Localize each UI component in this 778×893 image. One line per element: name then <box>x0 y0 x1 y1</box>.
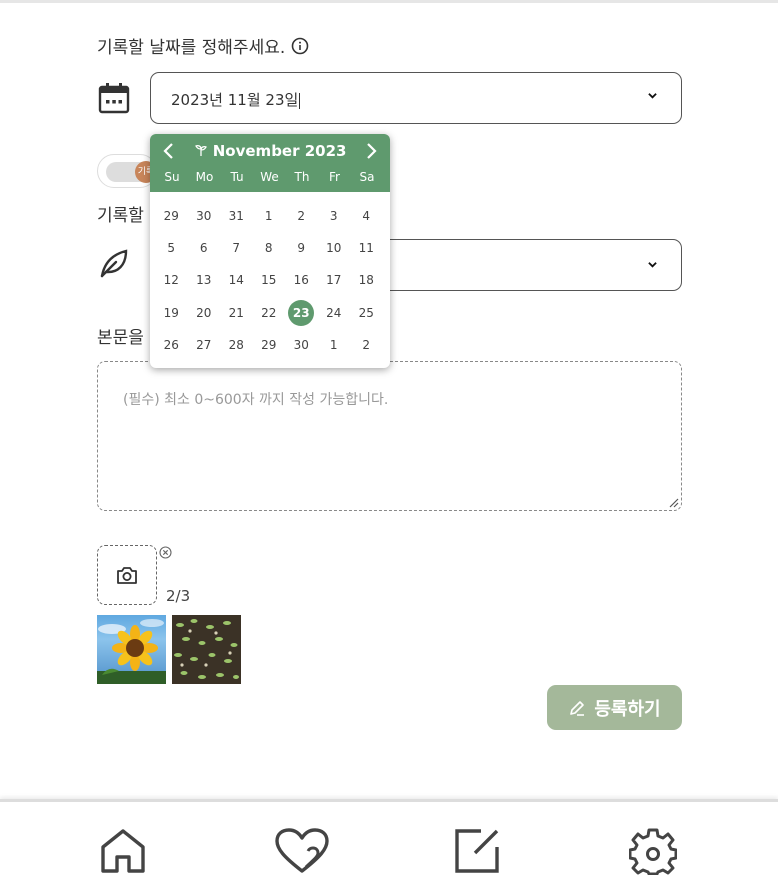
bottom-nav <box>0 799 778 893</box>
weekday-header: Su <box>164 170 180 184</box>
text-cursor <box>299 92 301 109</box>
calendar-day[interactable]: 25 <box>352 301 380 325</box>
calendar-day[interactable]: 30 <box>287 333 315 357</box>
resize-handle-icon[interactable] <box>667 496 679 508</box>
weekday-header: Mo <box>195 170 214 184</box>
calendar-day[interactable]: 17 <box>320 268 348 292</box>
calendar-day[interactable]: 3 <box>320 204 348 228</box>
heart-icon[interactable] <box>274 827 330 875</box>
close-icon[interactable] <box>159 544 172 559</box>
submit-button[interactable]: 등록하기 <box>547 685 682 730</box>
calendar-day-selected[interactable]: 23 <box>288 300 315 326</box>
calendar-day[interactable]: 2 <box>352 333 380 357</box>
home-icon[interactable] <box>99 827 147 875</box>
date-picker-header: November 2023 Su Mo Tu We Th Fr Sa <box>150 134 390 192</box>
weekday-header: Fr <box>329 170 340 184</box>
date-value: 2023년 11월 23일 <box>171 89 301 110</box>
leaf-icon <box>98 247 130 279</box>
calendar-day[interactable]: 29 <box>157 204 185 228</box>
sprout-icon <box>194 144 207 156</box>
chevron-down-icon <box>648 93 657 99</box>
settings-icon[interactable] <box>628 827 678 876</box>
calendar-day[interactable]: 18 <box>352 268 380 292</box>
submit-label: 등록하기 <box>594 698 661 720</box>
date-picker-month: November 2023 <box>212 142 347 160</box>
calendar-day[interactable]: 24 <box>320 301 348 325</box>
calendar-day[interactable]: 22 <box>255 301 283 325</box>
body-placeholder: (필수) 최소 0~600자 까지 작성 가능합니다. <box>123 392 389 408</box>
weekday-header: We <box>260 170 279 184</box>
weekday-header: Tu <box>230 170 244 184</box>
calendar-day[interactable]: 10 <box>320 236 348 260</box>
camera-icon <box>117 567 137 584</box>
photo-thumbnail-sprouts[interactable] <box>172 615 241 684</box>
weekday-header: Th <box>294 170 310 184</box>
calendar-day[interactable]: 14 <box>222 268 250 292</box>
calendar-day[interactable]: 15 <box>255 268 283 292</box>
calendar-day[interactable]: 19 <box>157 301 185 325</box>
pencil-icon <box>570 700 585 716</box>
body-textarea[interactable]: (필수) 최소 0~600자 까지 작성 가능합니다. <box>97 361 682 511</box>
category-label: 기록할 <box>97 206 144 226</box>
edit-icon[interactable] <box>453 827 501 875</box>
calendar-day[interactable]: 26 <box>157 333 185 357</box>
date-select[interactable]: 2023년 11월 23일 <box>150 72 682 124</box>
calendar-day[interactable]: 5 <box>157 236 185 260</box>
date-picker-title: November 2023 <box>150 142 390 160</box>
calendar-day[interactable]: 30 <box>190 204 218 228</box>
top-divider <box>0 0 778 3</box>
calendar-day[interactable]: 31 <box>222 204 250 228</box>
calendar-day[interactable]: 12 <box>157 268 185 292</box>
calendar-day[interactable]: 9 <box>287 236 315 260</box>
photo-count: 2/3 <box>166 587 191 605</box>
calendar-day[interactable]: 7 <box>222 236 250 260</box>
calendar-day[interactable]: 11 <box>352 236 380 260</box>
info-icon[interactable] <box>291 37 309 55</box>
calendar-day[interactable]: 29 <box>255 333 283 357</box>
calendar-day[interactable]: 20 <box>190 301 218 325</box>
calendar-day[interactable]: 2 <box>287 204 315 228</box>
record-toggle[interactable]: 기록 <box>97 154 157 188</box>
body-label: 본문을 <box>97 328 144 348</box>
calendar-day[interactable]: 21 <box>222 301 250 325</box>
weekday-header: Sa <box>359 170 375 184</box>
calendar-day[interactable]: 1 <box>255 204 283 228</box>
date-value-text: 2023년 11월 23일 <box>171 91 299 109</box>
photo-upload-button[interactable] <box>97 545 157 605</box>
calendar-day[interactable]: 6 <box>190 236 218 260</box>
calendar-day[interactable]: 27 <box>190 333 218 357</box>
calendar-day[interactable]: 16 <box>287 268 315 292</box>
date-label-text: 기록할 날짜를 정해주세요. <box>97 38 286 58</box>
calendar-day[interactable]: 1 <box>320 333 348 357</box>
calendar-icon <box>98 82 130 114</box>
calendar-day[interactable]: 8 <box>255 236 283 260</box>
chevron-down-icon <box>648 262 657 268</box>
date-label: 기록할 날짜를 정해주세요. <box>97 33 309 58</box>
date-picker-popup: November 2023 Su Mo Tu We Th Fr Sa 29 30 31 1 2 3 4 5… <box>150 134 390 368</box>
calendar-day[interactable]: 28 <box>222 333 250 357</box>
calendar-day[interactable]: 13 <box>190 268 218 292</box>
calendar-day[interactable]: 4 <box>352 204 380 228</box>
chevron-right-icon[interactable] <box>364 142 378 160</box>
photo-thumbnail-sunflower[interactable] <box>97 615 166 684</box>
